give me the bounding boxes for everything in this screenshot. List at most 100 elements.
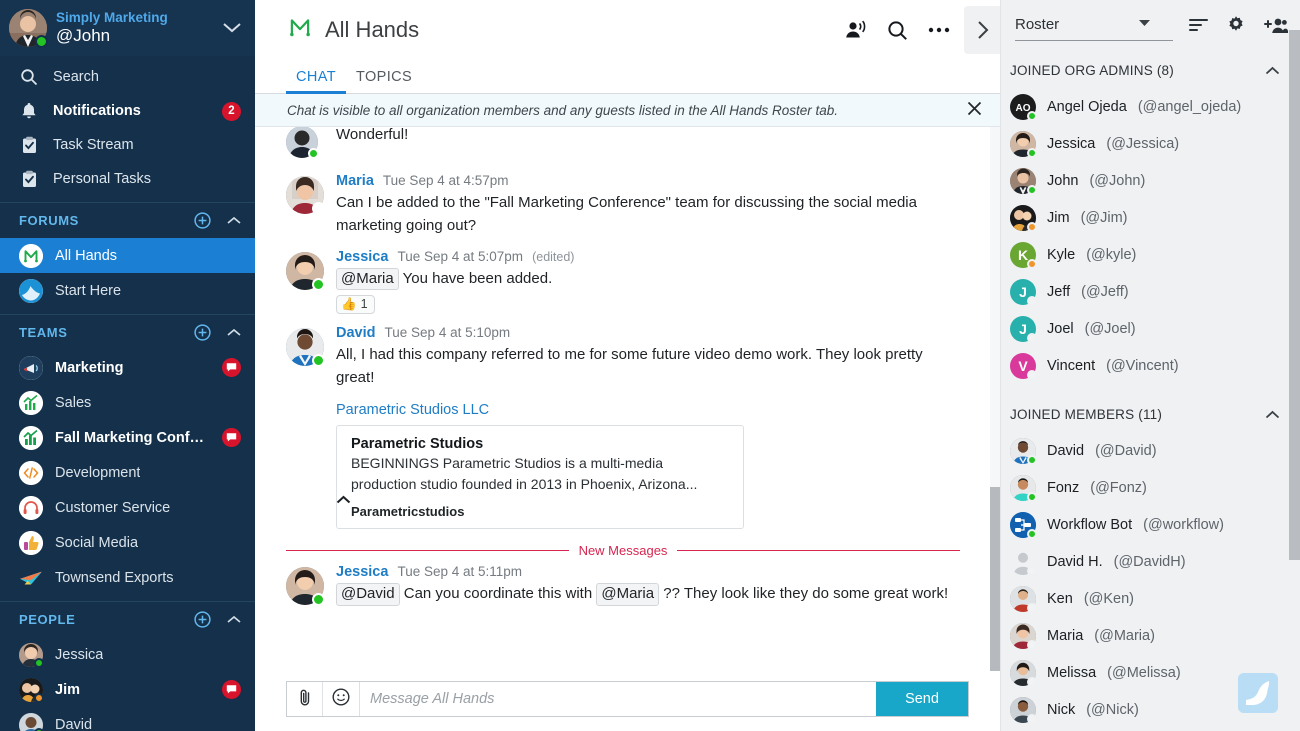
member-handle: (@angel_ojeda): [1138, 99, 1241, 115]
sidebar-item-label: Personal Tasks: [53, 171, 151, 187]
roster-member-jeff[interactable]: J Jeff (@Jeff): [1001, 273, 1300, 310]
mention-chip[interactable]: @David: [336, 583, 400, 605]
avatar: [1010, 205, 1036, 231]
avatar: [19, 713, 43, 731]
unread-badge: [222, 680, 241, 699]
avatar: [1010, 660, 1036, 686]
chevron-down-icon[interactable]: [223, 20, 245, 37]
member-name: Joel: [1047, 321, 1074, 337]
presence-dot: [1027, 370, 1037, 380]
scrollbar-thumb[interactable]: [1289, 30, 1300, 560]
message-author[interactable]: Jessica: [336, 564, 388, 580]
message-body-text: You have been added.: [403, 270, 553, 287]
roster-member-joel[interactable]: J Joel (@Joel): [1001, 310, 1300, 347]
collapse-people-icon[interactable]: [227, 615, 241, 624]
tab-chat[interactable]: CHAT: [286, 69, 346, 93]
collapse-teams-icon[interactable]: [227, 328, 241, 337]
task-icon: [19, 169, 39, 189]
roster-group-header-admins[interactable]: JOINED ORG ADMINS (8): [1001, 52, 1300, 88]
roster-member-workflow-bot[interactable]: Workflow Bot (@workflow): [1001, 506, 1300, 543]
gear-icon[interactable]: [1226, 15, 1246, 35]
collapse-forums-icon[interactable]: [227, 216, 241, 225]
send-button[interactable]: Send: [876, 682, 968, 716]
roster-member-fonz[interactable]: Fonz (@Fonz): [1001, 469, 1300, 506]
avatar: [1010, 697, 1036, 723]
sidebar-item-jessica[interactable]: Jessica: [0, 637, 255, 672]
sidebar-item-search[interactable]: Search: [0, 60, 255, 94]
link-preview-url[interactable]: Parametric Studios LLC: [336, 402, 960, 418]
sidebar-item-jim[interactable]: Jim: [0, 672, 255, 707]
mention-chip[interactable]: @Maria: [596, 583, 659, 605]
sidebar-item-david[interactable]: David: [0, 707, 255, 731]
attach-button[interactable]: [287, 682, 323, 716]
sidebar-item-personal-tasks[interactable]: Personal Tasks: [0, 162, 255, 196]
unread-badge: [222, 428, 241, 447]
roster-member-jessica[interactable]: Jessica (@Jessica): [1001, 125, 1300, 162]
roster-selector[interactable]: Roster: [1015, 12, 1173, 41]
roster-member-angel-ojeda[interactable]: AO Angel Ojeda (@angel_ojeda): [1001, 88, 1300, 125]
sidebar-item-fall-marketing-conference[interactable]: Fall Marketing Confer...: [0, 420, 255, 455]
left-sidebar: Simply Marketing @John Search Notificati…: [0, 0, 255, 731]
message-time: Tue Sep 4 at 5:07pm: [397, 249, 523, 264]
roster-member-david[interactable]: David (@David): [1001, 432, 1300, 469]
roster-member-kyle[interactable]: K Kyle (@kyle): [1001, 236, 1300, 273]
roster-member-jim[interactable]: Jim (@Jim): [1001, 199, 1300, 236]
sidebar-item-customer-service[interactable]: Customer Service: [0, 490, 255, 525]
more-icon[interactable]: [928, 27, 950, 33]
link-preview-card[interactable]: Parametric Studios BEGINNINGS Parametric…: [336, 425, 744, 529]
sidebar-item-development[interactable]: Development: [0, 455, 255, 490]
roster-scrollbar[interactable]: [1289, 30, 1300, 731]
sidebar-item-sales[interactable]: Sales: [0, 385, 255, 420]
sidebar-item-all-hands[interactable]: All Hands: [0, 238, 255, 273]
add-team-icon[interactable]: [194, 324, 211, 341]
roster-member-maria[interactable]: Maria (@Maria): [1001, 617, 1300, 654]
sidebar-item-townsend-exports[interactable]: Townsend Exports: [0, 560, 255, 595]
roster-member-john[interactable]: John (@John): [1001, 162, 1300, 199]
add-forum-icon[interactable]: [194, 212, 211, 229]
message-author[interactable]: Jessica: [336, 249, 388, 265]
roster-member-ken[interactable]: Ken (@Ken): [1001, 580, 1300, 617]
message-text: @Maria You have been added.: [336, 267, 960, 290]
sidebar-item-marketing[interactable]: Marketing: [0, 350, 255, 385]
announce-icon[interactable]: [845, 20, 867, 40]
avatar: K: [1010, 242, 1036, 268]
message-input-wrapper[interactable]: [359, 682, 876, 716]
sidebar-item-notifications[interactable]: Notifications 2: [0, 94, 255, 128]
avatar: [19, 643, 43, 667]
chat-scroll-area[interactable]: Wonderful! Ma: [255, 127, 1000, 671]
avatar: [1010, 512, 1036, 538]
section-header-forums: FORUMS: [0, 202, 255, 238]
org-switcher[interactable]: Simply Marketing @John: [0, 0, 255, 56]
banner-text: Chat is visible to all organization memb…: [287, 103, 838, 118]
tab-topics[interactable]: TOPICS: [346, 69, 422, 93]
roster-member-vincent[interactable]: V Vincent (@Vincent): [1001, 347, 1300, 384]
chevron-up-icon[interactable]: [1265, 407, 1286, 422]
chart-icon: [19, 391, 43, 415]
sidebar-item-social-media[interactable]: Social Media: [0, 525, 255, 560]
collapse-preview-icon[interactable]: [336, 492, 351, 507]
roster-group-header-members[interactable]: JOINED MEMBERS (11): [1001, 396, 1300, 432]
sort-icon[interactable]: [1189, 18, 1208, 32]
member-handle: (@Vincent): [1106, 358, 1178, 374]
sidebar-item-start-here[interactable]: Start Here: [0, 273, 255, 308]
search-icon[interactable]: [887, 20, 908, 41]
member-name: Fonz: [1047, 480, 1079, 496]
message-text: Wonderful!: [336, 127, 960, 146]
sidebar-item-task-stream[interactable]: Task Stream: [0, 128, 255, 162]
message-author[interactable]: Maria: [336, 173, 374, 189]
chevron-up-icon[interactable]: [1265, 63, 1286, 78]
add-person-icon[interactable]: [194, 611, 211, 628]
roster-member-david-h[interactable]: David H. (@DavidH): [1001, 543, 1300, 580]
add-person-icon[interactable]: [1264, 17, 1288, 34]
close-icon[interactable]: [967, 101, 982, 119]
chat-scrollbar[interactable]: [990, 127, 1000, 671]
collapse-panel-button[interactable]: [964, 6, 1000, 54]
emoji-button[interactable]: [323, 682, 359, 716]
user-avatar[interactable]: [9, 9, 47, 47]
message-author[interactable]: David: [336, 325, 376, 341]
member-handle: (@DavidH): [1114, 554, 1186, 570]
reaction-chip[interactable]: 👍 1: [336, 295, 375, 314]
message-input[interactable]: [370, 691, 866, 707]
mention-chip[interactable]: @Maria: [336, 268, 399, 290]
scrollbar-thumb[interactable]: [990, 487, 1000, 671]
